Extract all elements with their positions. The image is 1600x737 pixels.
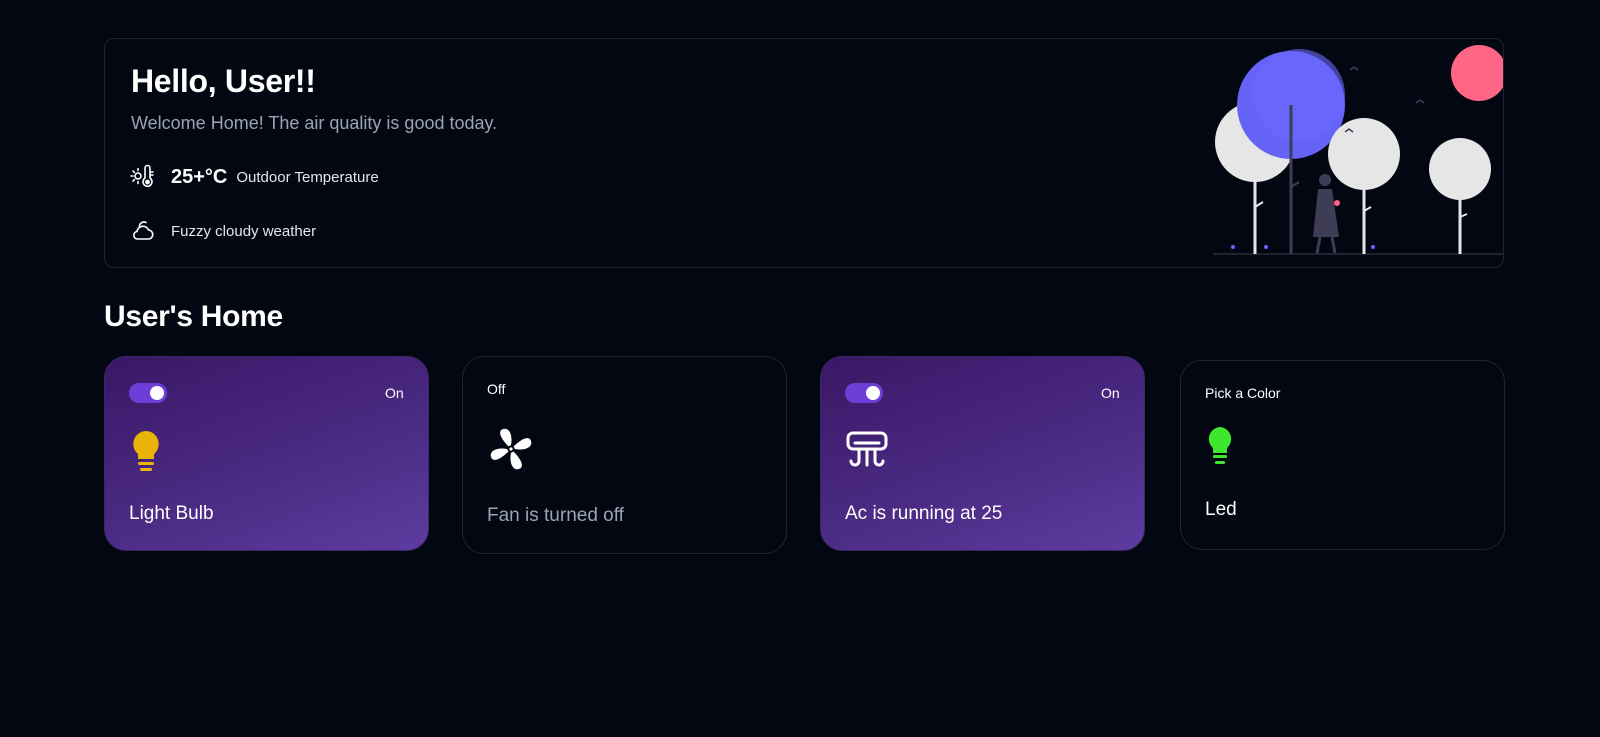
light-bulb-icon: [129, 429, 163, 480]
pick-color-label[interactable]: Pick a Color: [1205, 385, 1280, 401]
device-card-air-conditioner[interactable]: On Ac is running at 25: [820, 356, 1145, 551]
air-conditioner-toggle[interactable]: [845, 383, 883, 403]
greeting-title: Hello, User!!: [131, 63, 316, 99]
thermometer-sun-icon: [129, 163, 157, 191]
weather-row: Fuzzy cloudy weather: [129, 217, 316, 245]
device-name: Fan is turned off: [487, 505, 624, 526]
device-state: Off: [487, 381, 506, 397]
device-name: Ac is running at 25: [845, 503, 1003, 524]
device-card-fan[interactable]: Off Fan is turned off: [462, 356, 787, 554]
weather-label: Fuzzy cloudy weather: [171, 222, 317, 240]
led-bulb-icon[interactable]: [1205, 425, 1235, 472]
temperature-value: 25+°C: [171, 165, 228, 188]
device-card-light-bulb[interactable]: On Light Bulb: [104, 356, 429, 551]
device-name: Led: [1205, 499, 1237, 520]
section-title: User's Home: [104, 300, 283, 333]
welcome-subtitle: Welcome Home! The air quality is good to…: [131, 113, 498, 133]
device-state: On: [385, 385, 404, 401]
welcome-card: Hello, User!! Welcome Home! The air qual…: [104, 38, 1504, 268]
fan-icon: [487, 425, 535, 478]
device-name: Light Bulb: [129, 503, 214, 524]
toggle-knob: [150, 386, 164, 400]
air-conditioner-icon: [845, 429, 889, 478]
temperature-label: Outdoor Temperature: [236, 168, 379, 186]
cloud-icon: [129, 217, 157, 245]
light-bulb-toggle[interactable]: [129, 383, 167, 403]
park-illustration: [1213, 45, 1503, 255]
device-card-led[interactable]: Pick a Color Led: [1180, 360, 1505, 550]
toggle-knob: [866, 386, 880, 400]
device-state: On: [1101, 385, 1120, 401]
outdoor-temperature-row: 25+°C Outdoor Temperature: [129, 163, 379, 191]
